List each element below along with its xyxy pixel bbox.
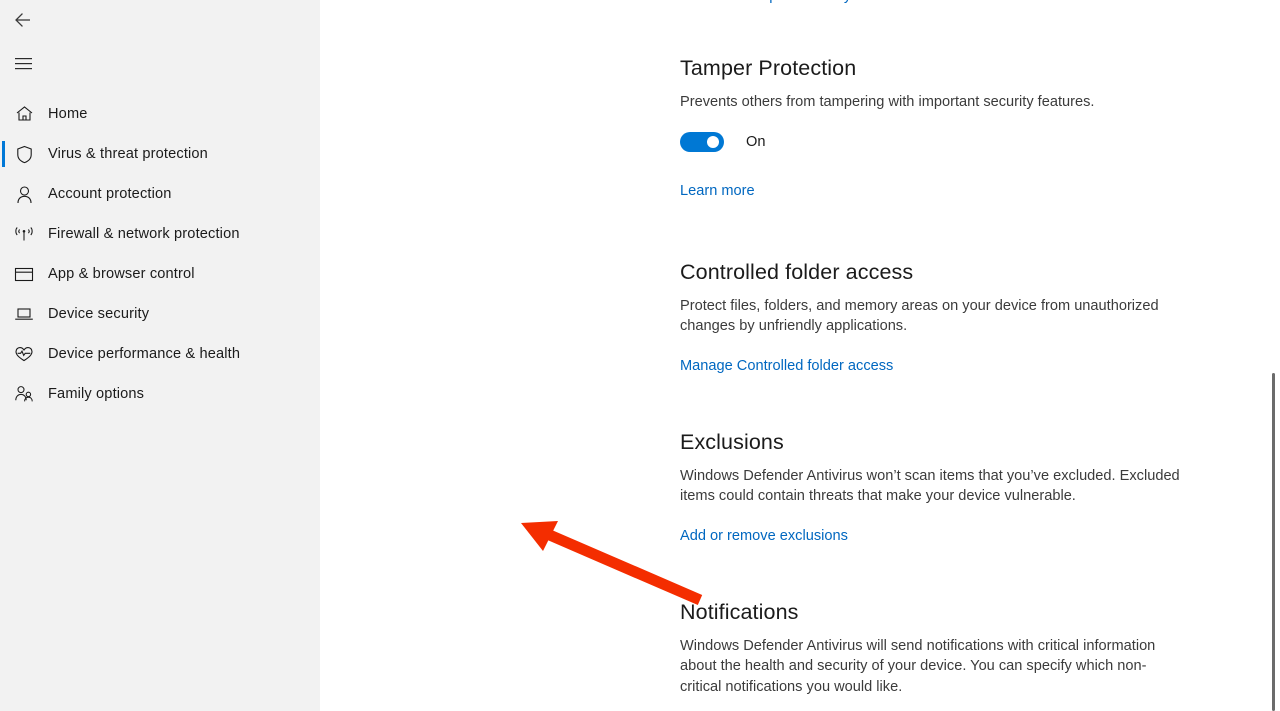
section-description: Windows Defender Antivirus won’t scan it… [680,467,1180,505]
tamper-protection-toggle[interactable] [680,131,724,152]
sidebar-item-account-protection[interactable]: Account protection [0,174,320,214]
laptop-icon [0,306,48,323]
sidebar-item-family-options[interactable]: Family options [0,374,320,414]
section-title: Tamper Protection [680,56,857,80]
hamburger-menu-icon [15,57,33,71]
section-description: Prevents others from tampering with impo… [680,94,1095,110]
tamper-protection-toggle-row: On [680,131,1280,152]
section-description: Windows Defender Antivirus will send not… [680,637,1156,695]
sidebar-item-label: Home [48,106,88,122]
toggle-state-label: On [746,133,766,150]
learn-more-link[interactable]: Learn more [680,181,755,201]
section-exclusions: Exclusions Windows Defender Antivirus wo… [680,428,1280,546]
sidebar-item-device-performance-health[interactable]: Device performance & health [0,334,320,374]
home-icon [0,105,48,123]
sidebar-item-firewall-network-protection[interactable]: Firewall & network protection [0,214,320,254]
section-title: Exclusions [680,429,784,454]
window-icon [0,266,48,283]
section-title: Controlled folder access [680,259,914,284]
sidebar-item-label: Device security [48,306,150,322]
back-button[interactable] [0,0,48,40]
sidebar-item-app-browser-control[interactable]: App & browser control [0,254,320,294]
sidebar-item-label: Device performance & health [48,346,241,362]
sidebar-item-label: Family options [48,386,145,402]
submit-sample-manually-link[interactable]: Submit a sample manually [680,0,851,6]
hamburger-menu-button[interactable] [0,44,48,84]
sidebar-item-label: Virus & threat protection [48,146,208,162]
wifi-signal-icon [0,225,48,243]
content-scrollbar-thumb[interactable] [1272,373,1275,711]
sidebar-item-label: Firewall & network protection [48,226,240,242]
toggle-knob [707,135,719,148]
manage-controlled-folder-access-link[interactable]: Manage Controlled folder access [680,356,893,376]
sidebar-nav-list: Home Virus & threat protection Account p… [0,94,320,414]
sidebar-item-virus-threat-protection[interactable]: Virus & threat protection [0,134,320,174]
main-content-panel: Submit a sample manually Tamper Protecti… [320,0,1280,711]
shield-icon [0,145,48,164]
section-title: Notifications [680,599,799,624]
people-family-icon [0,385,48,403]
sidebar-item-device-security[interactable]: Device security [0,294,320,334]
sidebar-item-label: Account protection [48,186,172,202]
section-controlled-folder-access: Controlled folder access Protect files, … [680,258,1280,376]
person-icon [0,185,48,204]
heart-pulse-icon [0,345,48,363]
navigation-sidebar: Home Virus & threat protection Account p… [0,0,320,711]
selection-indicator [2,141,5,167]
windows-security-app: Home Virus & threat protection Account p… [0,0,1280,711]
settings-scroll-region: Submit a sample manually Tamper Protecti… [680,0,1280,711]
sidebar-item-label: App & browser control [48,266,195,282]
back-arrow-icon [13,11,35,29]
section-notifications: Notifications Windows Defender Antivirus… [680,598,1280,711]
add-or-remove-exclusions-link[interactable]: Add or remove exclusions [680,526,848,546]
section-tamper-protection: Tamper Protection Prevents others from t… [680,54,1280,201]
section-description: Protect files, folders, and memory areas… [680,297,1159,335]
sidebar-item-home[interactable]: Home [0,94,320,134]
content-scrollbar-track[interactable] [1266,0,1280,711]
